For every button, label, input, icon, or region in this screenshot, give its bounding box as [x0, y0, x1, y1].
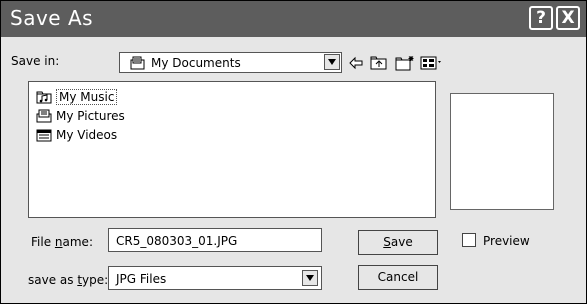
chevron-down-icon[interactable]: [324, 54, 340, 70]
save-in-dropdown[interactable]: My Documents: [119, 52, 342, 73]
list-item-label: My Music: [56, 89, 118, 105]
list-item[interactable]: My Videos: [36, 126, 117, 144]
close-button[interactable]: X: [556, 6, 580, 30]
pictures-folder-icon: [36, 109, 52, 123]
save-as-type-dropdown[interactable]: JPG Files: [108, 266, 322, 290]
videos-folder-icon: [36, 129, 52, 142]
up-folder-icon[interactable]: [370, 55, 388, 71]
list-item[interactable]: My Pictures: [36, 107, 125, 125]
dialog-title: Save As: [10, 6, 94, 30]
list-item-label: My Videos: [56, 128, 118, 142]
new-folder-icon[interactable]: [395, 55, 415, 71]
save-as-dialog: Save As ? X Save in: My Documents My Mus…: [0, 0, 587, 304]
title-bar: Save As ? X: [1, 1, 586, 37]
save-in-label: Save in:: [11, 54, 60, 68]
save-button[interactable]: Save: [358, 230, 438, 255]
preview-label: Preview: [483, 234, 530, 248]
save-as-type-label: save as type:: [28, 273, 109, 287]
save-as-type-value: JPG Files: [116, 272, 167, 286]
preview-checkbox[interactable]: [462, 233, 476, 247]
help-button[interactable]: ?: [529, 6, 553, 30]
save-in-value: My Documents: [151, 56, 241, 70]
back-arrow-icon[interactable]: [348, 55, 364, 71]
cancel-button[interactable]: Cancel: [358, 265, 438, 290]
file-name-label: File name:: [31, 235, 93, 249]
file-name-value: CR5_080303_01.JPG: [116, 234, 238, 248]
list-item-label: My Pictures: [56, 109, 125, 123]
preview-pane: [450, 93, 554, 210]
chevron-down-icon[interactable]: [302, 270, 318, 286]
documents-folder-icon: [130, 56, 145, 70]
music-folder-icon: [36, 91, 52, 104]
file-list[interactable]: My Music My Pictures My Videos: [28, 81, 436, 218]
view-menu-icon[interactable]: [420, 55, 442, 71]
list-item[interactable]: My Music: [36, 88, 118, 106]
file-name-input[interactable]: CR5_080303_01.JPG: [108, 228, 322, 252]
